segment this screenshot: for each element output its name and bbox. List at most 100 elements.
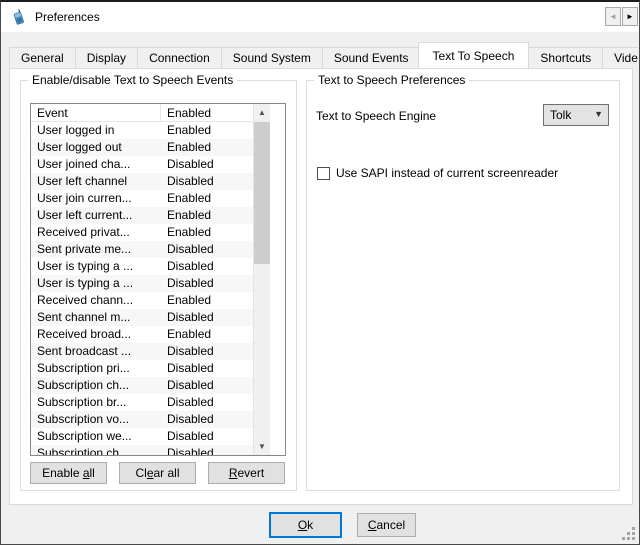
table-row[interactable]: Sent broadcast ...Disabled [31,343,253,360]
tab-display[interactable]: Display [75,47,138,68]
tab-scroll-right-button[interactable]: ► [622,7,638,26]
table-row[interactable]: User logged outEnabled [31,139,253,156]
sapi-checkbox-row[interactable]: Use SAPI instead of current screenreader [317,166,558,180]
resize-grip[interactable] [621,526,635,540]
table-row[interactable]: User is typing a ...Disabled [31,275,253,292]
scroll-down-icon[interactable]: ▼ [254,438,270,455]
event-cell: Received broad... [31,326,161,343]
tts-preferences-groupbox: Text to Speech Preferences Text to Speec… [306,80,620,491]
table-row[interactable]: Sent private me...Disabled [31,241,253,258]
status-cell: Enabled [161,190,253,207]
preferences-dialog: Preferences ✕ GeneralDisplayConnectionSo… [0,0,640,545]
button-mnemonic: a [83,466,90,480]
table-row[interactable]: Received privat...Enabled [31,224,253,241]
event-cell: Subscription pri... [31,360,161,377]
status-cell: Disabled [161,241,253,258]
event-cell: Subscription ch... [31,377,161,394]
button-label: ll [90,466,95,480]
enable-all-button[interactable]: Enable all [30,462,107,484]
table-row[interactable]: Subscription pri...Disabled [31,360,253,377]
event-cell: User logged out [31,139,161,156]
clear-all-button[interactable]: Clear all [119,462,196,484]
status-cell: Disabled [161,445,253,455]
event-cell: Sent channel m... [31,309,161,326]
table-row[interactable]: Sent channel m...Disabled [31,309,253,326]
table-row[interactable]: Subscription ch...Disabled [31,445,253,455]
event-cell: User is typing a ... [31,275,161,292]
tab-text-to-speech[interactable]: Text To Speech [418,42,530,68]
window-title: Preferences [35,10,100,24]
status-cell: Disabled [161,411,253,428]
chevron-down-icon: ▼ [594,109,603,119]
event-cell: User left current... [31,207,161,224]
engine-label: Text to Speech Engine [316,109,436,123]
table-row[interactable]: Received chann...Enabled [31,292,253,309]
tab-connection[interactable]: Connection [137,47,222,68]
status-cell: Enabled [161,326,253,343]
status-cell: Disabled [161,173,253,190]
app-icon [10,9,27,26]
tab-bar: GeneralDisplayConnectionSound SystemSoun… [9,42,638,68]
status-cell: Enabled [161,122,253,139]
table-row[interactable]: User is typing a ...Disabled [31,258,253,275]
title-bar[interactable]: Preferences ✕ [1,2,639,32]
button-label: ancel [376,518,405,532]
button-mnemonic: e [147,466,154,480]
tab-sound-events[interactable]: Sound Events [322,47,421,68]
column-header-enabled[interactable]: Enabled [161,104,253,121]
scroll-up-icon[interactable]: ▲ [254,104,270,121]
button-label: evert [237,466,264,480]
status-cell: Disabled [161,394,253,411]
events-groupbox-legend: Enable/disable Text to Speech Events [28,73,237,87]
events-groupbox: Enable/disable Text to Speech Events Eve… [20,80,297,491]
status-cell: Disabled [161,428,253,445]
tab-shortcuts[interactable]: Shortcuts [528,47,603,68]
ok-button[interactable]: Ok [269,512,342,538]
status-cell: Disabled [161,343,253,360]
table-row[interactable]: Subscription vo...Disabled [31,411,253,428]
event-cell: Received privat... [31,224,161,241]
table-row[interactable]: Received broad...Enabled [31,326,253,343]
event-cell: Sent private me... [31,241,161,258]
event-cell: Sent broadcast ... [31,343,161,360]
tab-sound-system[interactable]: Sound System [221,47,323,68]
event-cell: Subscription br... [31,394,161,411]
event-cell: User left channel [31,173,161,190]
sapi-checkbox[interactable] [317,167,330,180]
revert-button[interactable]: Revert [208,462,285,484]
list-scrollbar[interactable]: ▲ ▼ [253,104,270,455]
table-row[interactable]: User join curren...Enabled [31,190,253,207]
table-row[interactable]: User left current...Enabled [31,207,253,224]
event-cell: User joined cha... [31,156,161,173]
table-row[interactable]: Subscription we...Disabled [31,428,253,445]
column-header-event[interactable]: Event [31,104,161,121]
tts-engine-dropdown[interactable]: Tolk ▼ [543,104,609,126]
event-cell: Received chann... [31,292,161,309]
button-mnemonic: O [298,518,307,532]
button-label: Cl [135,466,146,480]
tts-engine-value: Tolk [550,108,571,122]
tab-video[interactable]: Video [602,47,638,68]
scrollbar-thumb[interactable] [254,122,270,264]
status-cell: Disabled [161,258,253,275]
list-header[interactable]: Event Enabled [31,104,253,122]
status-cell: Disabled [161,309,253,326]
table-row[interactable]: User joined cha...Disabled [31,156,253,173]
tts-events-list[interactable]: Event Enabled User logged inEnabledUser … [30,103,286,456]
status-cell: Disabled [161,360,253,377]
status-cell: Enabled [161,207,253,224]
cancel-button[interactable]: Cancel [357,513,416,537]
status-cell: Enabled [161,139,253,156]
table-row[interactable]: User logged inEnabled [31,122,253,139]
tab-scroll-left-button[interactable]: ◄ [605,7,621,26]
status-cell: Disabled [161,156,253,173]
event-table-body: User logged inEnabledUser logged outEnab… [31,122,253,455]
button-mnemonic: C [368,518,377,532]
event-cell: Subscription we... [31,428,161,445]
table-row[interactable]: Subscription ch...Disabled [31,377,253,394]
tab-scroll-buttons: ◄ ► [604,7,638,26]
table-row[interactable]: User left channelDisabled [31,173,253,190]
table-row[interactable]: Subscription br...Disabled [31,394,253,411]
tab-general[interactable]: General [9,47,76,68]
button-label: ar all [154,466,180,480]
